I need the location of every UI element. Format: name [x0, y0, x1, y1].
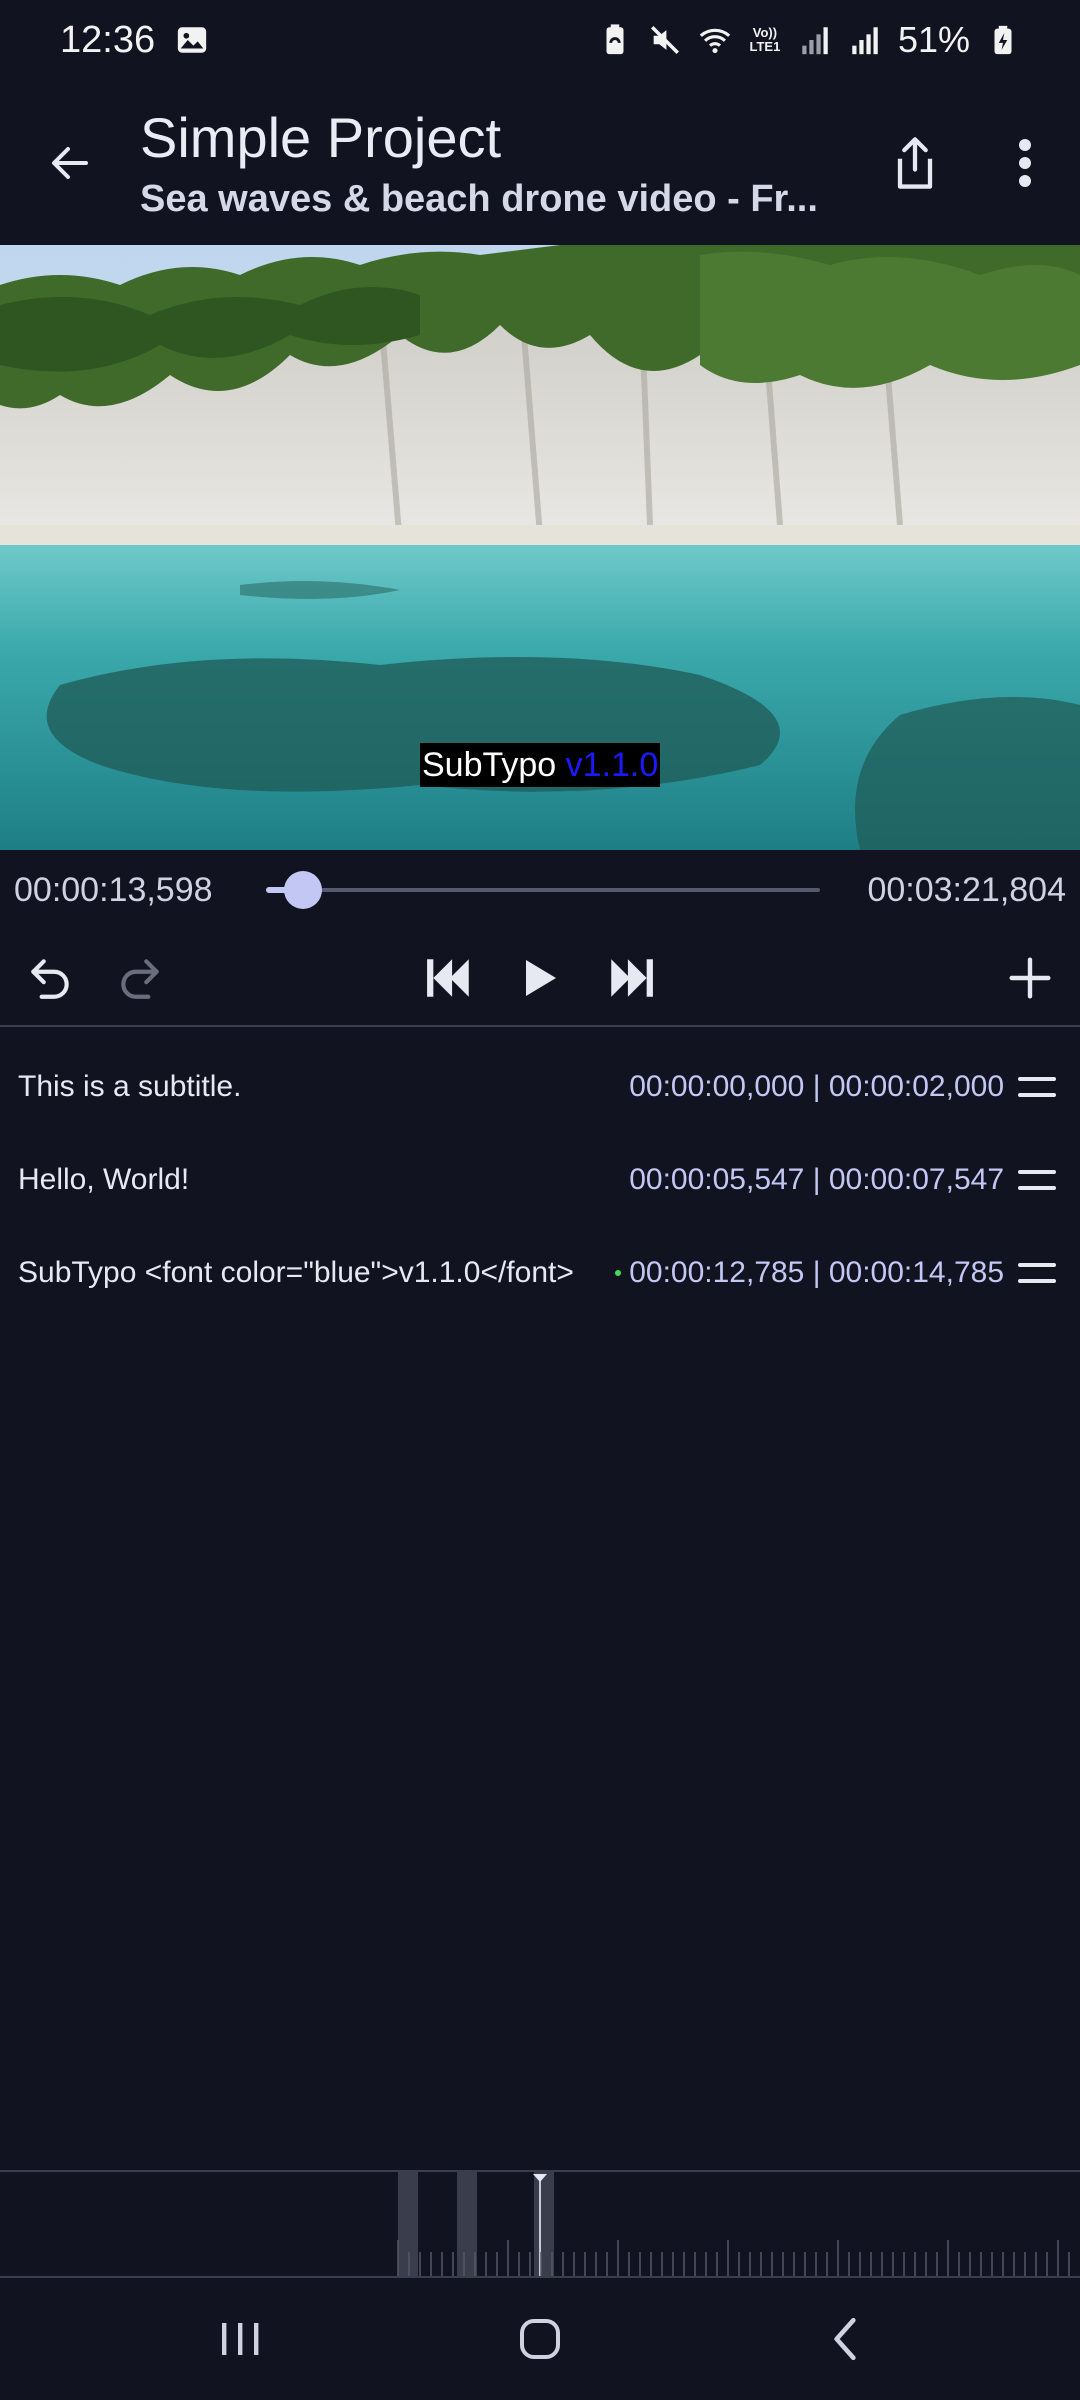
skip-previous-button[interactable] — [405, 930, 495, 1025]
seek-thumb[interactable] — [284, 871, 323, 909]
skip-next-icon — [611, 958, 653, 997]
caption-version: v1.1.0 — [565, 746, 659, 784]
active-subtitle-indicator — [615, 1269, 621, 1276]
skip-previous-icon — [427, 958, 469, 997]
undo-button[interactable] — [5, 930, 95, 1025]
battery-icon — [994, 25, 1012, 55]
gallery-icon — [177, 27, 207, 53]
current-time: 00:00:13,598 — [14, 870, 213, 909]
more-options-button[interactable] — [970, 80, 1080, 245]
subtitle-text: This is a subtitle. — [18, 1069, 242, 1103]
video-name: Sea waves & beach drone video - Fr... — [140, 177, 818, 220]
home-button[interactable] — [480, 2278, 600, 2400]
timeline-subtitle-block — [457, 2172, 477, 2278]
subtitle-text: Hello, World! — [18, 1162, 190, 1196]
share-icon — [897, 136, 933, 189]
subtitle-list: This is a subtitle. 00:00:00,000 | 00:00… — [0, 1040, 1080, 1319]
signal-icon — [852, 27, 878, 55]
add-subtitle-button[interactable] — [985, 930, 1075, 1025]
add-icon — [1009, 956, 1051, 999]
total-time: 00:03:21,804 — [867, 870, 1066, 909]
back-arrow-icon — [52, 146, 88, 179]
timeline[interactable] — [0, 2170, 1080, 2278]
home-icon — [520, 2319, 560, 2359]
redo-icon — [121, 958, 159, 999]
volte-icon: Vo)) LTE1 — [749, 25, 781, 54]
timeline-track — [397, 2172, 1070, 2278]
drag-handle-icon[interactable] — [1018, 1169, 1056, 1190]
wifi-icon — [699, 28, 731, 54]
subtitle-row[interactable]: This is a subtitle. 00:00:00,000 | 00:00… — [0, 1040, 1080, 1133]
drag-handle-icon[interactable] — [1018, 1076, 1056, 1097]
play-button[interactable] — [495, 930, 585, 1025]
project-title: Simple Project — [140, 105, 502, 169]
subtitle-row[interactable]: SubTypo <font color="blue">v1.1.0</font>… — [0, 1226, 1080, 1319]
subtitle-text: SubTypo <font color="blue">v1.1.0</font> — [18, 1255, 574, 1289]
divider — [0, 1025, 1080, 1027]
app-bar: Simple Project Sea waves & beach drone v… — [0, 80, 1080, 245]
subtitle-times: 00:00:00,000 | 00:00:02,000 — [629, 1069, 1004, 1103]
skip-next-button[interactable] — [585, 930, 675, 1025]
timeline-subtitle-block — [534, 2172, 554, 2278]
seek-row: 00:00:13,598 00:03:21,804 — [0, 850, 1080, 930]
status-time: 12:36 — [60, 18, 156, 61]
play-icon — [526, 959, 556, 996]
back-icon — [834, 2317, 856, 2361]
undo-icon — [31, 958, 69, 999]
recents-icon — [222, 2323, 259, 2355]
share-button[interactable] — [860, 80, 970, 245]
playback-controls — [0, 930, 1080, 1025]
more-vert-icon — [1019, 138, 1031, 187]
video-subtitle-overlay: SubTypo v1.1.0 — [420, 743, 661, 787]
status-bar: 12:36 Vo)) LTE1 51% — [0, 0, 1080, 80]
subtitle-row[interactable]: Hello, World! 00:00:05,547 | 00:00:07,54… — [0, 1133, 1080, 1226]
video-preview[interactable]: SubTypo v1.1.0 — [0, 245, 1080, 850]
signal-icon — [802, 27, 828, 55]
redo-button[interactable] — [95, 930, 185, 1025]
battery-saver-icon — [606, 24, 624, 55]
battery-percent: 51% — [897, 19, 970, 60]
drag-handle-icon[interactable] — [1018, 1262, 1056, 1283]
caption-text: SubTypo — [422, 746, 566, 784]
mute-icon — [650, 25, 679, 55]
subtitle-times: 00:00:12,785 | 00:00:14,785 — [629, 1255, 1004, 1289]
seek-bar[interactable] — [266, 888, 820, 892]
back-button[interactable] — [0, 80, 140, 245]
recents-button[interactable] — [180, 2278, 300, 2400]
timeline-subtitle-block — [398, 2172, 418, 2278]
navigation-bar — [0, 2278, 1080, 2400]
system-back-button[interactable] — [785, 2278, 905, 2400]
subtitle-times: 00:00:05,547 | 00:00:07,547 — [629, 1162, 1004, 1196]
